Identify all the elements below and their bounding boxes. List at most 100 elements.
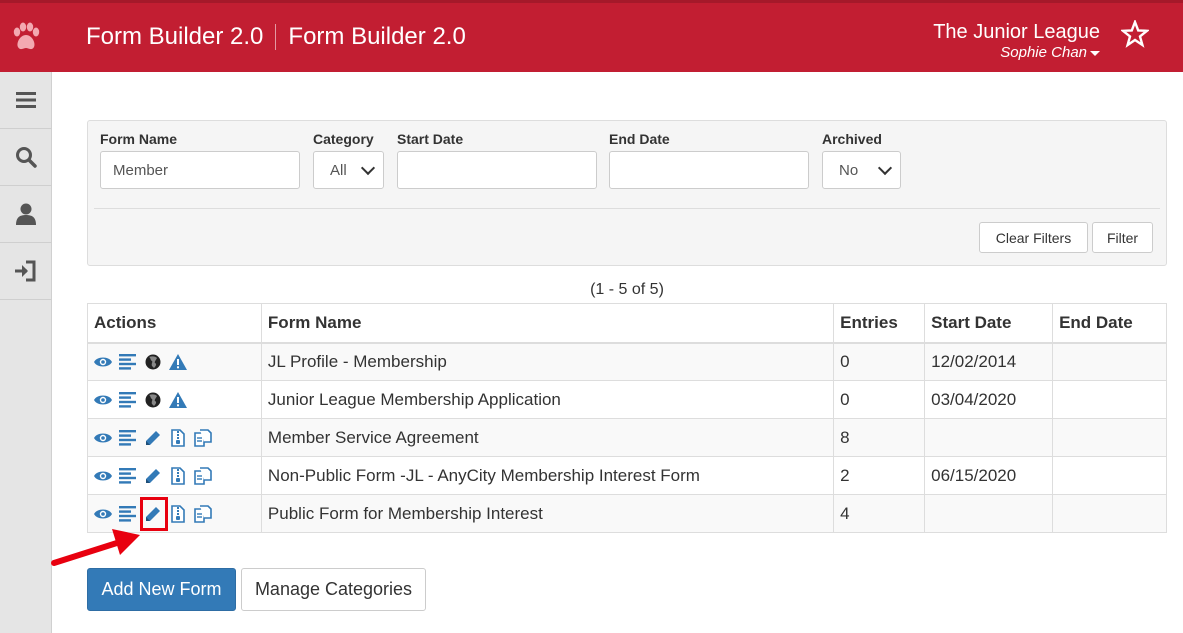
form-name-label: Form Name [100,131,178,147]
archived-label: Archived [822,131,882,147]
manage-categories-button[interactable]: Manage Categories [241,568,426,611]
end-date-cell [1052,494,1167,533]
actions-cell [87,418,262,457]
chevron-down-icon [360,160,376,175]
form-name-input[interactable] [100,151,300,189]
app-title[interactable]: Form Builder 2.0 [86,23,263,51]
organization-name: The Junior League [933,21,1100,43]
entries-cell[interactable]: 2 [833,456,926,495]
view-icon[interactable] [94,391,112,409]
sidebar-item-menu[interactable] [0,72,52,129]
warning-icon[interactable] [169,391,187,409]
row-actions [94,353,255,371]
actions-cell [87,380,262,419]
sidebar-item-logout[interactable] [0,243,52,300]
table-body: JL Profile - Membership 0 12/02/2014 Junior… [87,342,1167,533]
archive-file-icon[interactable] [169,466,187,485]
org-user-block: The Junior League Sophie Chan [933,20,1100,62]
menu-icon [16,92,36,108]
annotation-arrow-icon [51,529,140,566]
form-name-cell: JL Profile - Membership [260,342,835,381]
warning-icon[interactable] [169,353,187,371]
category-label: Category [313,131,374,147]
user-icon [16,203,36,225]
globe-icon[interactable] [144,391,162,409]
archive-file-icon[interactable] [169,428,187,447]
copy-icon[interactable] [194,466,212,485]
start-date-cell [924,494,1054,533]
col-header-start-date[interactable]: Start Date [924,303,1054,344]
archive-file-icon[interactable] [169,504,187,523]
user-name: Sophie Chan [1000,44,1087,61]
row-actions [94,391,255,409]
filter-button[interactable]: Filter [1092,222,1153,253]
user-menu[interactable]: Sophie Chan [933,44,1100,62]
table-header-row: Actions Form Name Entries Start Date End… [87,303,1167,344]
end-date-cell [1052,380,1167,419]
start-date-cell [924,418,1054,457]
copy-icon[interactable] [194,428,212,447]
start-date-cell: 12/02/2014 [924,342,1054,381]
entries-list-icon[interactable] [119,429,137,447]
page-title: Form Builder 2.0 [288,23,466,50]
edit-pencil-icon[interactable] [144,429,162,447]
chevron-down-icon [877,160,893,175]
start-date-cell: 03/04/2020 [924,380,1054,419]
copy-icon[interactable] [194,504,212,523]
col-header-form-name[interactable]: Form Name [260,303,835,344]
category-select[interactable]: All [313,151,384,189]
paw-logo-icon[interactable] [0,3,52,72]
view-icon[interactable] [94,467,112,485]
col-header-entries[interactable]: Entries [833,303,926,344]
end-date-input[interactable] [609,151,809,189]
caret-down-icon [1090,50,1100,56]
clear-filters-button[interactable]: Clear Filters [979,222,1088,253]
view-icon[interactable] [94,429,112,447]
start-date-input[interactable] [397,151,597,189]
row-actions [94,496,255,531]
archived-selected-value: No [839,161,859,179]
entries-list-icon[interactable] [119,353,137,371]
sidebar-item-user[interactable] [0,186,52,243]
col-header-end-date[interactable]: End Date [1052,303,1167,344]
filter-panel: Form Name Category All Start Date End Da… [87,120,1167,266]
app-root: Form Builder 2.0 Form Builder 2.0 The Ju… [0,0,1183,633]
table-row: Non-Public Form -JL - AnyCity Membership… [87,456,1167,495]
entries-list-icon[interactable] [119,505,137,523]
edit-pencil-icon[interactable] [140,496,168,531]
search-icon [16,147,37,168]
form-name-cell: Public Form for Membership Interest [260,494,835,533]
entries-list-icon[interactable] [119,467,137,485]
edit-pencil-icon[interactable] [144,467,162,485]
table-row: Public Form for Membership Interest 4 [87,494,1167,533]
top-header: Form Builder 2.0 Form Builder 2.0 The Ju… [0,0,1183,72]
view-icon[interactable] [94,505,112,523]
star-icon[interactable] [1121,20,1149,48]
title-divider [275,24,277,50]
start-date-filter: Start Date [397,131,597,189]
results-count: (1 - 5 of 5) [590,281,664,298]
archived-filter: Archived No [822,131,901,189]
form-name-cell: Junior League Membership Application [260,380,835,419]
entries-list-icon[interactable] [119,391,137,409]
category-filter: Category All [313,131,384,189]
end-date-label: End Date [609,131,670,147]
app-titles: Form Builder 2.0 Form Builder 2.0 [86,23,466,51]
form-name-cell: Non-Public Form -JL - AnyCity Membership… [260,456,835,495]
archived-select[interactable]: No [822,151,901,189]
form-name-filter: Form Name [100,131,300,189]
table-row: JL Profile - Membership 0 12/02/2014 [87,342,1167,381]
actions-cell [87,342,262,381]
logout-icon [15,260,36,282]
globe-icon[interactable] [144,353,162,371]
end-date-cell [1052,342,1167,381]
view-icon[interactable] [94,353,112,371]
entries-cell[interactable]: 8 [833,418,926,457]
entries-cell: 0 [833,380,926,419]
entries-cell[interactable]: 4 [833,494,926,533]
sidebar-item-search[interactable] [0,129,52,186]
col-header-actions: Actions [87,303,262,344]
row-actions [94,466,255,485]
form-name-cell: Member Service Agreement [260,418,835,457]
category-selected-value: All [330,161,347,179]
